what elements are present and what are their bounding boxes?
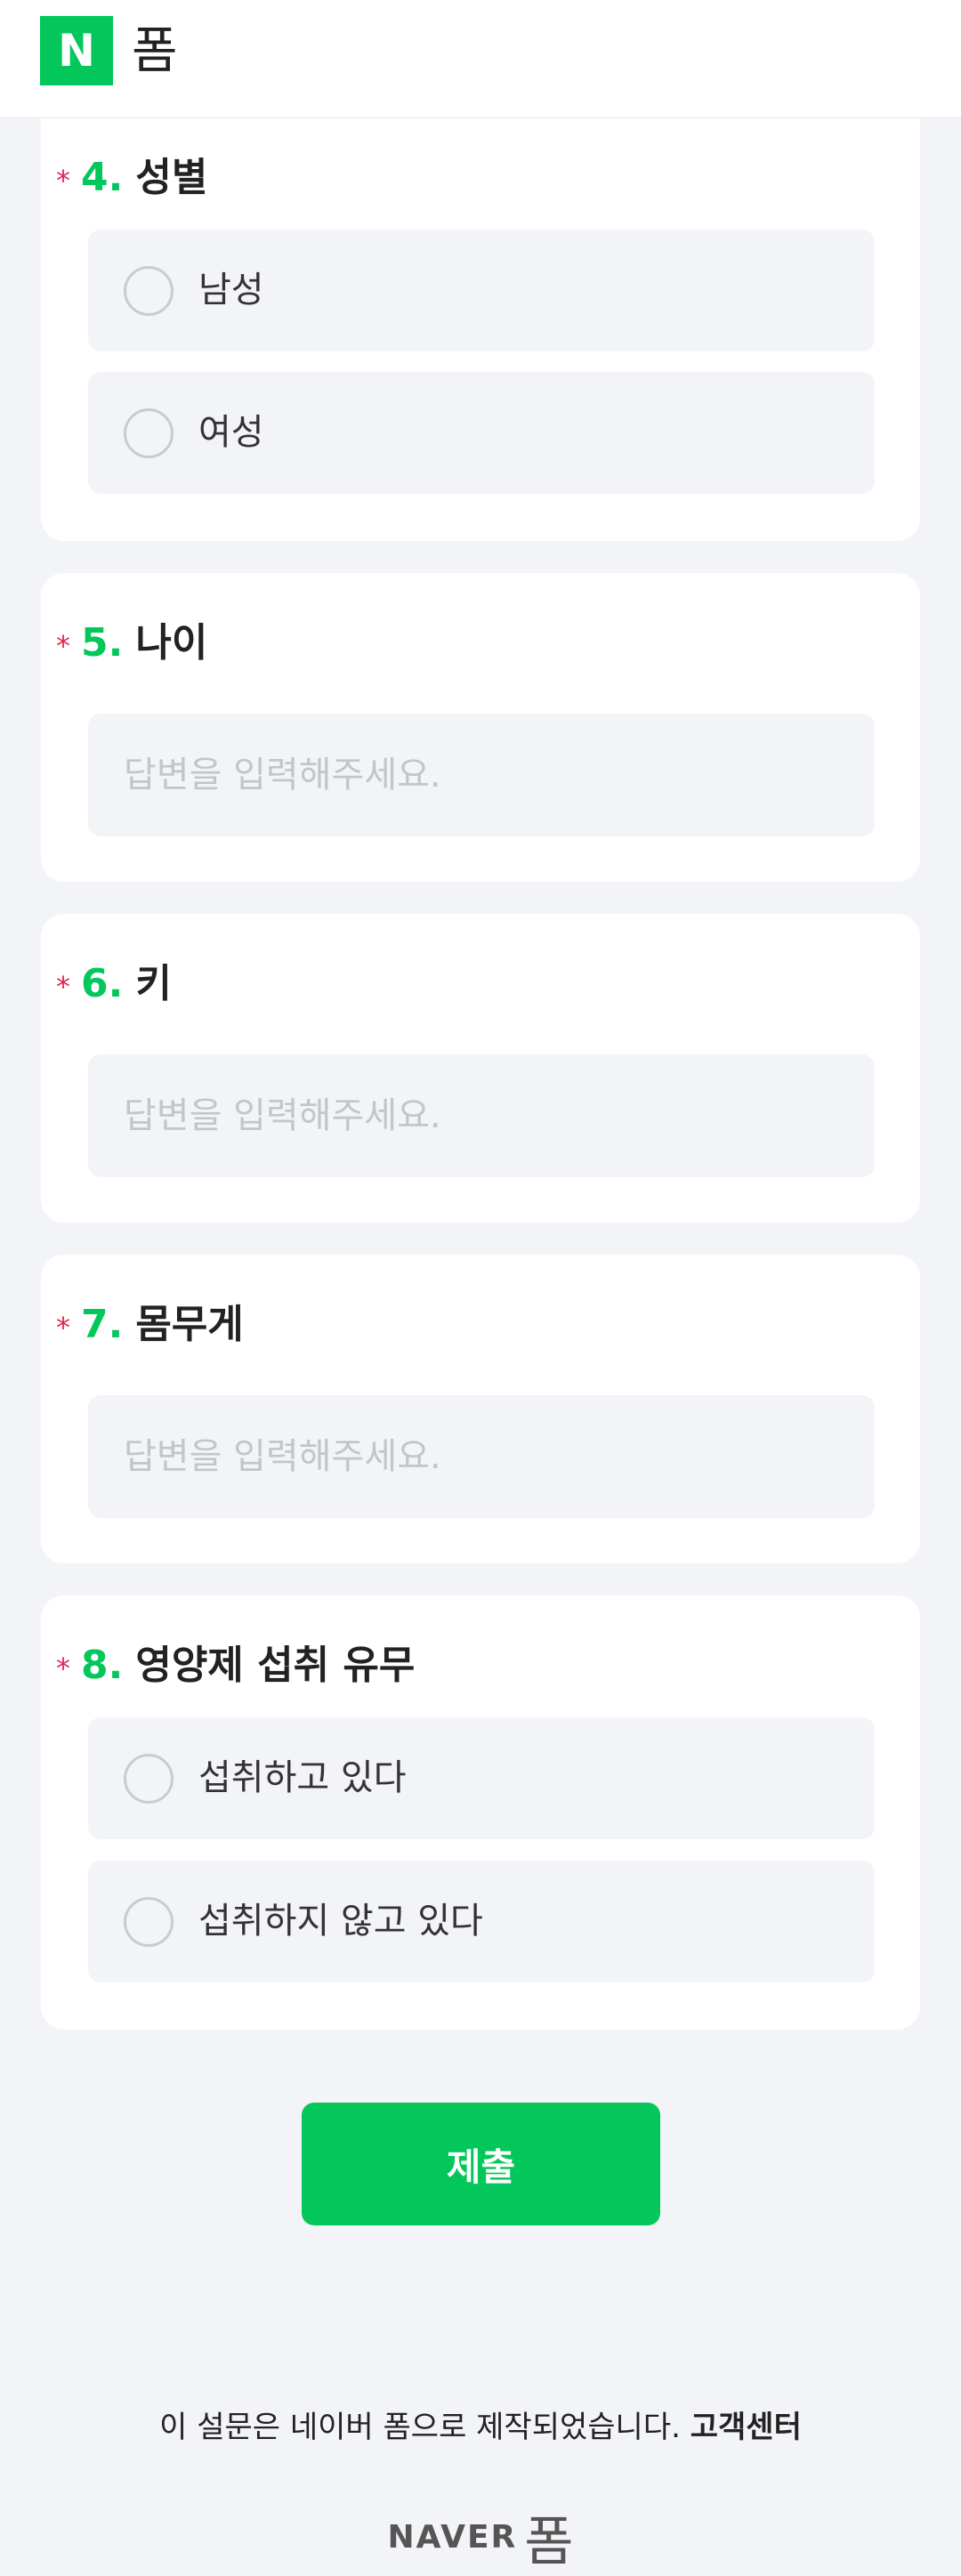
header-title: 폼 [132, 22, 178, 80]
required-mark: * [56, 629, 70, 663]
question-card-4: * 4. 성별 남성 여성 [41, 118, 920, 541]
question-number: 6. [81, 961, 124, 1006]
question-number: 8. [81, 1643, 124, 1688]
radio-icon[interactable] [124, 1897, 174, 1947]
radio-icon[interactable] [124, 266, 174, 316]
submit-button[interactable]: 제출 [302, 2103, 660, 2225]
question-title: 성별 [135, 155, 208, 200]
required-mark: * [56, 970, 70, 1004]
naver-form-brand: NAVER 폼 [0, 2499, 961, 2576]
option-label: 섭취하지 않고 있다 [198, 1901, 483, 1942]
footer-text: 이 설문은 네이버 폼으로 제작되었습니다. [159, 2410, 681, 2445]
option-label: 섭취하고 있다 [198, 1757, 407, 1798]
question-title: 키 [135, 961, 172, 1006]
option-label: 남성 [198, 270, 264, 311]
radio-icon[interactable] [124, 408, 174, 458]
brand-naver: NAVER [387, 2519, 518, 2556]
question-header: * 7. 몸무게 [56, 1292, 244, 1349]
brand-form: 폼 [524, 2511, 574, 2573]
naver-logo[interactable]: N [40, 16, 113, 85]
weight-input[interactable] [88, 1395, 875, 1518]
question-header: * 6. 키 [56, 951, 172, 1008]
question-number: 5. [81, 620, 124, 666]
option-male[interactable]: 남성 [88, 230, 875, 351]
option-label: 여성 [198, 412, 264, 453]
customer-center-link[interactable]: 고객센터 [690, 2410, 802, 2445]
footer-notice: 이 설문은 네이버 폼으로 제작되었습니다. 고객센터 [0, 2402, 961, 2446]
question-card-7: * 7. 몸무게 [41, 1255, 920, 1563]
question-header: * 8. 영양제 섭취 유무 [56, 1633, 415, 1690]
question-title: 몸무게 [135, 1302, 244, 1347]
question-header: * 5. 나이 [56, 610, 207, 667]
question-card-8: * 8. 영양제 섭취 유무 섭취하고 있다 섭취하지 않고 있다 [41, 1595, 920, 2030]
question-header: * 4. 성별 [56, 145, 207, 202]
height-input[interactable] [88, 1054, 875, 1177]
required-mark: * [56, 164, 70, 198]
radio-icon[interactable] [124, 1754, 174, 1804]
app-header: N 폼 [0, 0, 961, 118]
logo-letter: N [58, 25, 95, 77]
option-female[interactable]: 여성 [88, 372, 875, 494]
question-card-5: * 5. 나이 [41, 573, 920, 882]
option-taking-supplements[interactable]: 섭취하고 있다 [88, 1717, 875, 1839]
required-mark: * [56, 1311, 70, 1345]
question-title: 나이 [135, 620, 208, 666]
required-mark: * [56, 1651, 70, 1685]
question-number: 7. [81, 1302, 124, 1347]
age-input[interactable] [88, 714, 875, 836]
question-number: 4. [81, 155, 124, 200]
question-card-6: * 6. 키 [41, 914, 920, 1223]
option-not-taking-supplements[interactable]: 섭취하지 않고 있다 [88, 1861, 875, 1982]
question-title: 영양제 섭취 유무 [135, 1643, 416, 1688]
